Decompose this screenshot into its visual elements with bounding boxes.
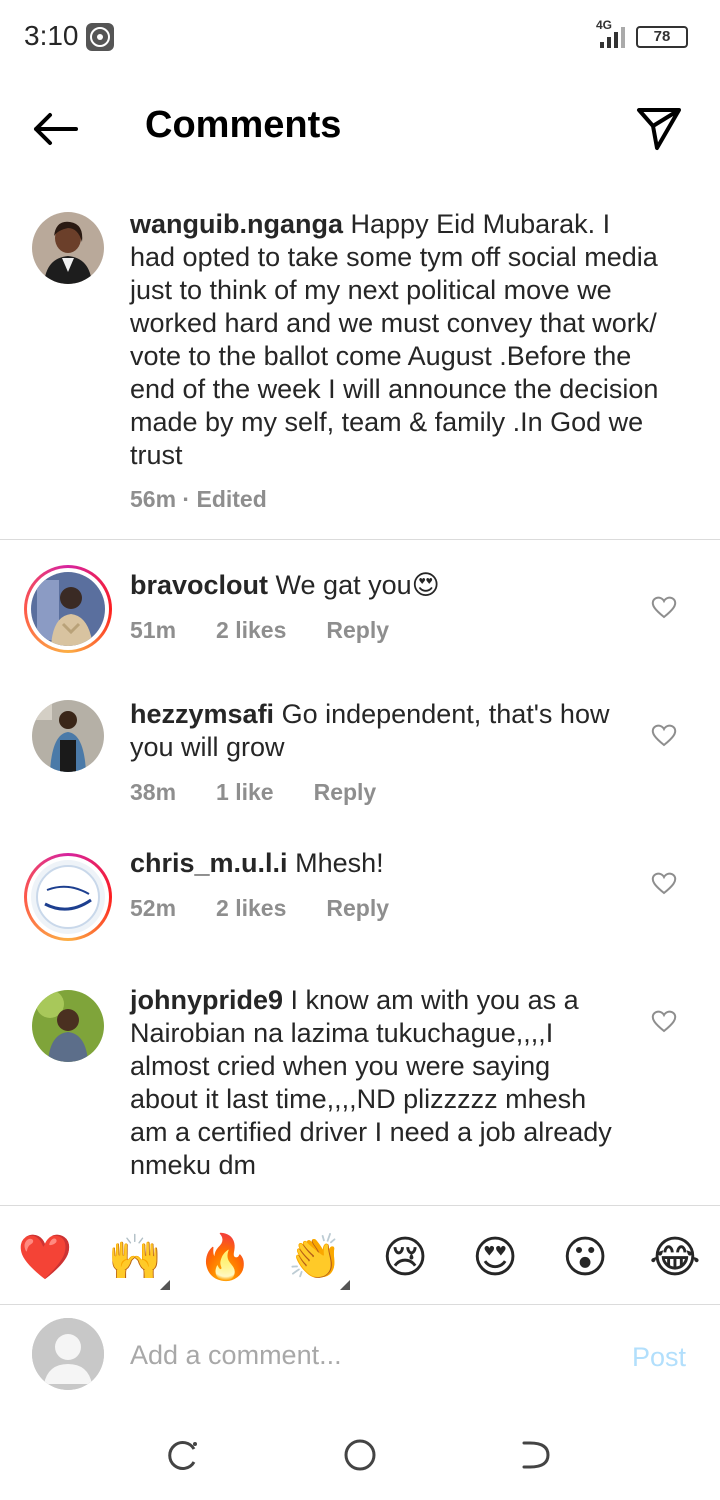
emoji-crying-face[interactable]: 😢 (377, 1230, 433, 1286)
home-icon[interactable] (340, 1435, 380, 1475)
battery-level: 78 (653, 28, 671, 45)
emoji-fire[interactable]: 🔥 (197, 1230, 253, 1286)
comment-input[interactable] (130, 1327, 600, 1383)
caption-username[interactable]: wanguib.nganga (130, 209, 343, 239)
story-ring-avatar[interactable] (24, 565, 112, 653)
comment-text: bravoclout We gat you😍 (130, 569, 620, 602)
emoji-reaction-bar: ❤️ 🙌 🔥 👏 😢 😍 😮 😂 (0, 1205, 720, 1305)
emoji-raising-hands[interactable]: 🙌 (107, 1230, 163, 1286)
signal-icon (600, 27, 625, 48)
skin-tone-indicator-icon (160, 1280, 170, 1290)
status-indicators: 4G 78 (596, 18, 696, 52)
comment-username[interactable]: chris_m.u.l.i (130, 848, 288, 878)
skin-tone-indicator-icon (340, 1280, 350, 1290)
page-title: Comments (145, 104, 342, 146)
caption-meta: 56m · Edited (130, 486, 267, 512)
emoji-heart-eyes[interactable]: 😍 (467, 1230, 523, 1286)
comment-text: chris_m.u.l.i Mhesh! (130, 847, 620, 880)
heart-icon[interactable] (650, 593, 678, 621)
share-button[interactable] (634, 104, 684, 154)
avatar[interactable] (32, 700, 104, 772)
emoji-tears-of-joy[interactable]: 😂 (647, 1230, 703, 1286)
comment-username[interactable]: johnypride9 (130, 985, 283, 1015)
comment-time: 52m (130, 895, 177, 921)
system-nav-bar (0, 1415, 720, 1500)
comment-meta: 38m 1 like Reply (130, 779, 376, 806)
back-button[interactable] (26, 106, 86, 156)
reply-button[interactable]: Reply (326, 617, 389, 644)
post-button[interactable]: Post (632, 1342, 686, 1373)
recent-apps-icon[interactable] (164, 1435, 204, 1475)
emoji-clapping-hands[interactable]: 👏 (287, 1230, 343, 1286)
comment-time: 38m (130, 779, 177, 805)
avatar (32, 1318, 104, 1390)
emoji-red-heart[interactable]: ❤️ (17, 1230, 73, 1286)
comment-meta: 51m 2 likes Reply (130, 617, 389, 644)
comment-text: johnypride9 I know am with you as a Nair… (130, 984, 620, 1182)
comment-body: Mhesh! (295, 848, 384, 878)
comment-composer: Post (0, 1305, 720, 1415)
comments-header: Comments (0, 74, 720, 184)
status-time: 3:10 (24, 20, 79, 51)
comment-body: We gat you😍 (275, 570, 440, 600)
avatar (31, 860, 105, 934)
comment-username[interactable]: bravoclout (130, 570, 268, 600)
avatar[interactable] (32, 990, 104, 1062)
post-caption: wanguib.nganga Happy Eid Mubarak. I had … (0, 184, 720, 540)
reply-button[interactable]: Reply (314, 779, 377, 806)
caption-text: wanguib.nganga Happy Eid Mubarak. I had … (130, 208, 660, 472)
comments-list[interactable]: bravoclout We gat you😍 51m 2 likes Reply… (0, 541, 720, 1205)
heart-icon[interactable] (650, 1007, 678, 1035)
status-bar: 3:10 4G 78 (0, 0, 720, 74)
comment-username[interactable]: hezzymsafi (130, 699, 274, 729)
battery-icon: 78 (636, 26, 688, 48)
paper-plane-icon (637, 108, 681, 150)
story-ring-avatar[interactable] (24, 853, 112, 941)
caption-body: Happy Eid Mubarak. I had opted to take s… (130, 209, 659, 470)
arrow-left-icon (34, 113, 78, 145)
comment-time: 51m (130, 617, 177, 643)
heart-icon[interactable] (650, 721, 678, 749)
comment-text: hezzymsafi Go independent, that's how yo… (130, 698, 620, 764)
back-nav-icon[interactable] (516, 1435, 556, 1475)
music-app-icon (86, 23, 114, 51)
comment-likes[interactable]: 2 likes (216, 617, 286, 644)
heart-icon[interactable] (650, 869, 678, 897)
avatar[interactable] (32, 212, 104, 284)
comment-meta: 52m 2 likes Reply (130, 895, 389, 922)
reply-button[interactable]: Reply (326, 895, 389, 922)
comment-likes[interactable]: 2 likes (216, 895, 286, 922)
comment-likes[interactable]: 1 like (216, 779, 274, 806)
avatar (31, 572, 105, 646)
emoji-open-mouth[interactable]: 😮 (557, 1230, 613, 1286)
